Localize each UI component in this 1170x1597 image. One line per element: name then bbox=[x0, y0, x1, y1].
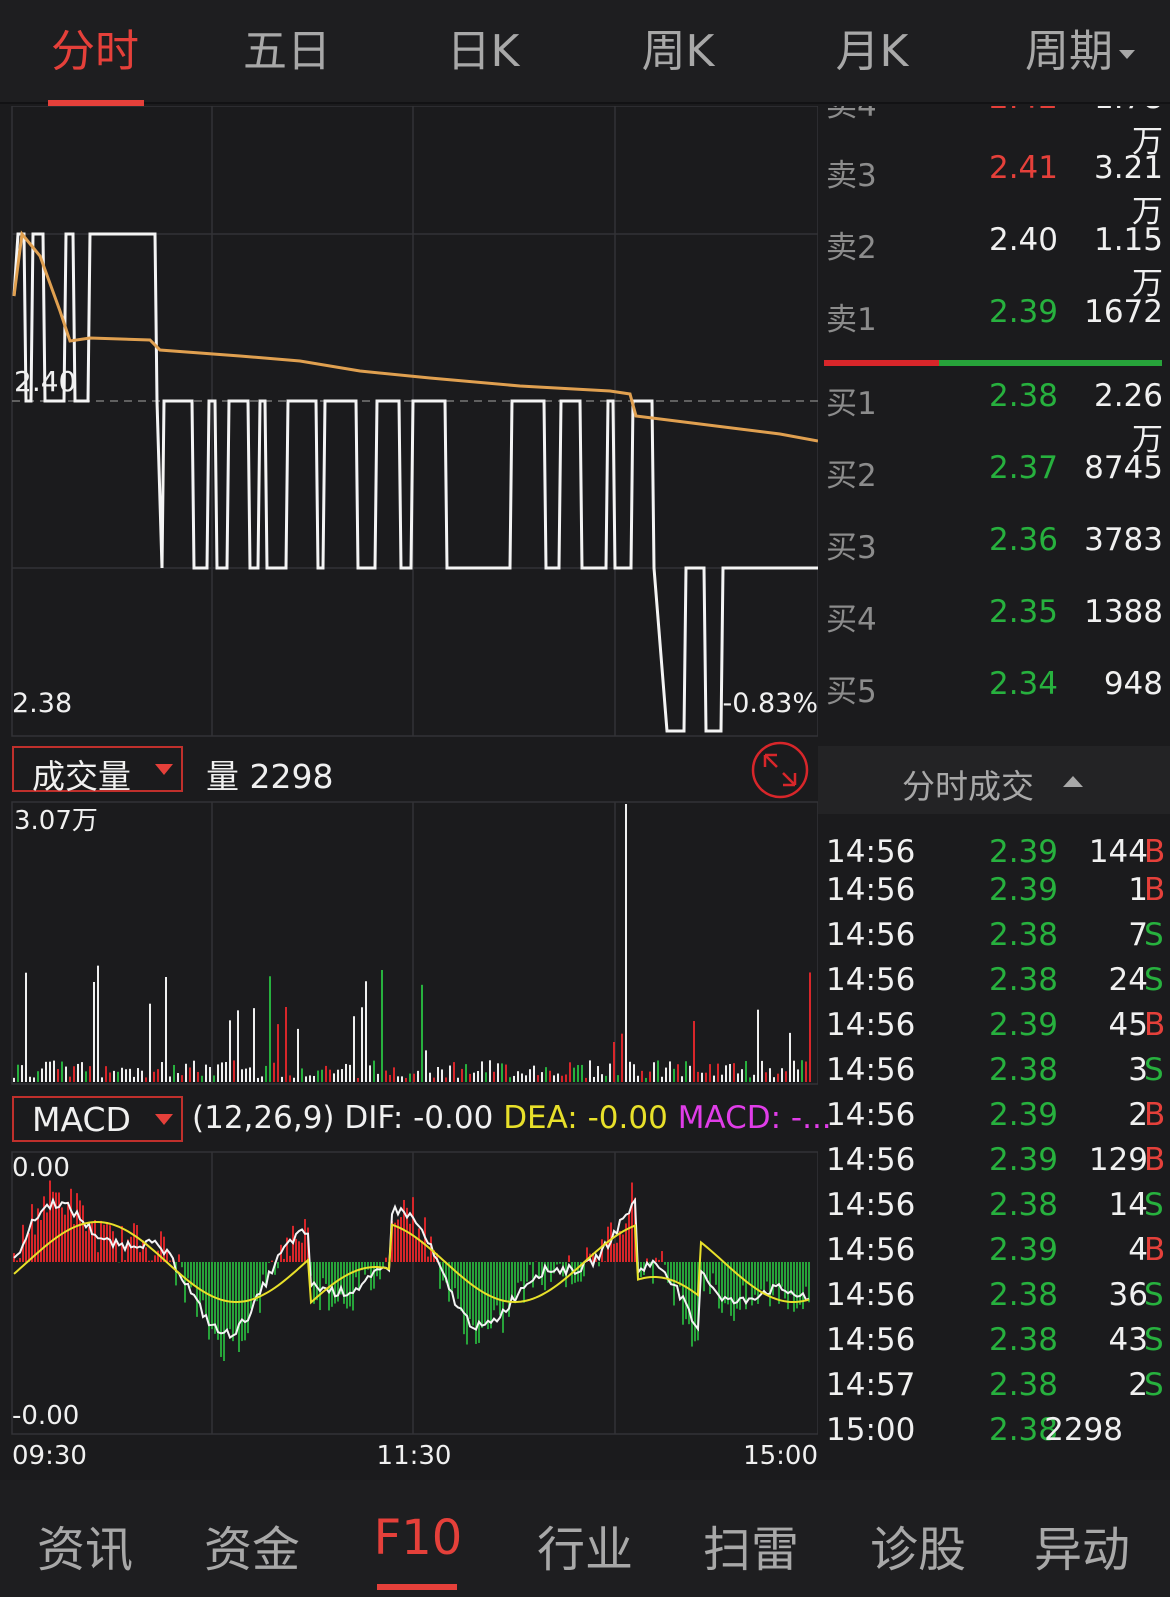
tick-trades-title: 分时成交 bbox=[902, 767, 1034, 806]
list-item: 14:56 2.38 24 S bbox=[826, 962, 1164, 998]
tick-trades-header[interactable]: 分时成交 bbox=[818, 746, 1170, 814]
ask-row-3: 卖3 2.41 3.21万 bbox=[826, 150, 1163, 230]
nav-industry[interactable]: 行业 bbox=[515, 1510, 655, 1580]
nav-risk-scan[interactable]: 扫雷 bbox=[681, 1510, 821, 1580]
volume-grid bbox=[11, 801, 819, 1085]
bid-row-1: 买1 2.38 2.26万 bbox=[826, 378, 1163, 458]
nav-diagnose[interactable]: 诊股 bbox=[848, 1510, 988, 1580]
macd-dea: DEA: -0.00 bbox=[503, 1100, 668, 1136]
tab-daily-k[interactable]: 日K bbox=[418, 22, 548, 82]
macd-params: (12,26,9) bbox=[192, 1100, 335, 1136]
ask-row-4: 卖4 2.42 1.78万 bbox=[826, 106, 1163, 160]
macd-bottom-label: -0.00 bbox=[12, 1401, 79, 1431]
macd-top-label: 0.00 bbox=[12, 1153, 70, 1183]
period-label: 周期 bbox=[1025, 26, 1113, 77]
nav-f10[interactable]: F10 bbox=[348, 1510, 488, 1566]
expand-icon[interactable] bbox=[751, 741, 809, 799]
list-item: 14:56 2.39 1 B bbox=[826, 872, 1166, 908]
tab-intraday[interactable]: 分时 bbox=[30, 22, 160, 82]
list-item: 15:00 2.38 2298 bbox=[826, 1412, 1123, 1448]
volume-max-label: 3.07万 bbox=[14, 806, 98, 836]
list-item: 14:56 2.38 14 S bbox=[826, 1187, 1164, 1223]
nav-news[interactable]: 资讯 bbox=[15, 1510, 155, 1580]
active-nav-indicator bbox=[377, 1584, 457, 1590]
time-axis-mid: 11:30 bbox=[377, 1441, 452, 1471]
bid-row-2: 买2 2.37 8745 bbox=[826, 450, 1163, 494]
list-item: 14:56 2.38 3 S bbox=[826, 1052, 1164, 1088]
bid-row-5: 买5 2.34 948 bbox=[826, 666, 1163, 710]
buy-sell-ratio-red bbox=[824, 360, 939, 366]
list-item: 14:57 2.38 2 S bbox=[826, 1367, 1164, 1403]
ref-price-label: 2.40 bbox=[14, 365, 76, 398]
tab-five-day[interactable]: 五日 bbox=[222, 22, 352, 82]
price-grid bbox=[11, 105, 819, 737]
list-item: 14:56 2.39 45 B bbox=[826, 1007, 1166, 1043]
tab-weekly-k[interactable]: 周K bbox=[613, 22, 743, 82]
macd-values: (12,26,9) DIF: -0.00 DEA: -0.00 MACD: -.… bbox=[192, 1100, 832, 1136]
list-item: 14:56 2.39 2 B bbox=[826, 1097, 1166, 1133]
buy-sell-ratio-green bbox=[939, 360, 1162, 366]
pct-change-label: -0.83% bbox=[722, 688, 818, 719]
list-item: 14:56 2.39 4 B bbox=[826, 1232, 1166, 1268]
bid-row-3: 买3 2.36 3783 bbox=[826, 522, 1163, 566]
time-axis-end: 15:00 bbox=[743, 1441, 818, 1471]
volume-value: 量 2298 bbox=[206, 757, 334, 796]
ask-row-2: 卖2 2.40 1.15万 bbox=[826, 222, 1163, 302]
chart-area: 2.40 2.38 -0.83% 3.07万 0.00 -0.00 09:30 … bbox=[0, 105, 832, 1480]
macd-indicator-select[interactable]: MACD bbox=[12, 1096, 183, 1142]
ask-row-1: 卖1 2.39 1672 bbox=[826, 294, 1163, 338]
dropdown-caret-icon bbox=[155, 764, 173, 775]
period-tabs: 分时 五日 日K 周K 月K 周期 bbox=[0, 0, 1170, 106]
price-line bbox=[12, 232, 818, 733]
list-item: 14:56 2.38 7 S bbox=[826, 917, 1164, 953]
macd-selector-label: MACD bbox=[32, 1100, 131, 1139]
tick-trades-list[interactable]: 14:56 2.39 144 B 14:56 2.39 1 B 14:56 2.38 7 S 14… bbox=[818, 830, 1170, 1450]
tab-monthly-k[interactable]: 月K bbox=[807, 22, 937, 82]
dropdown-caret-icon bbox=[155, 1114, 173, 1125]
macd-histogram bbox=[13, 1180, 810, 1361]
order-book: 卖4 2.42 1.78万 卖3 2.41 3.21万 卖2 2.40 1.15… bbox=[818, 106, 1170, 746]
bottom-nav: 资讯 资金 F10 行业 扫雷 诊股 异动 bbox=[0, 1480, 1170, 1597]
chevron-down-icon bbox=[1119, 49, 1135, 59]
low-price-label: 2.38 bbox=[12, 688, 72, 719]
list-item: 14:56 2.38 43 S bbox=[826, 1322, 1164, 1358]
nav-funds[interactable]: 资金 bbox=[182, 1510, 322, 1580]
volume-bars bbox=[13, 804, 811, 1082]
volume-selector-label: 成交量 bbox=[32, 757, 131, 796]
chevron-up-icon bbox=[1063, 776, 1083, 787]
avg-price-line bbox=[12, 230, 819, 443]
time-axis-start: 09:30 bbox=[12, 1441, 87, 1471]
list-item: 14:56 2.38 36 S bbox=[826, 1277, 1164, 1313]
bid-row-4: 买4 2.35 1388 bbox=[826, 594, 1163, 638]
macd-value: MACD: -... bbox=[677, 1100, 832, 1136]
volume-indicator-select[interactable]: 成交量 bbox=[12, 746, 183, 796]
nav-alerts[interactable]: 异动 bbox=[1012, 1510, 1152, 1580]
list-item: 14:56 2.39 129 B bbox=[826, 1142, 1166, 1178]
macd-dif: DIF: -0.00 bbox=[344, 1100, 494, 1136]
tab-period-dropdown[interactable]: 周期 bbox=[1000, 22, 1160, 82]
